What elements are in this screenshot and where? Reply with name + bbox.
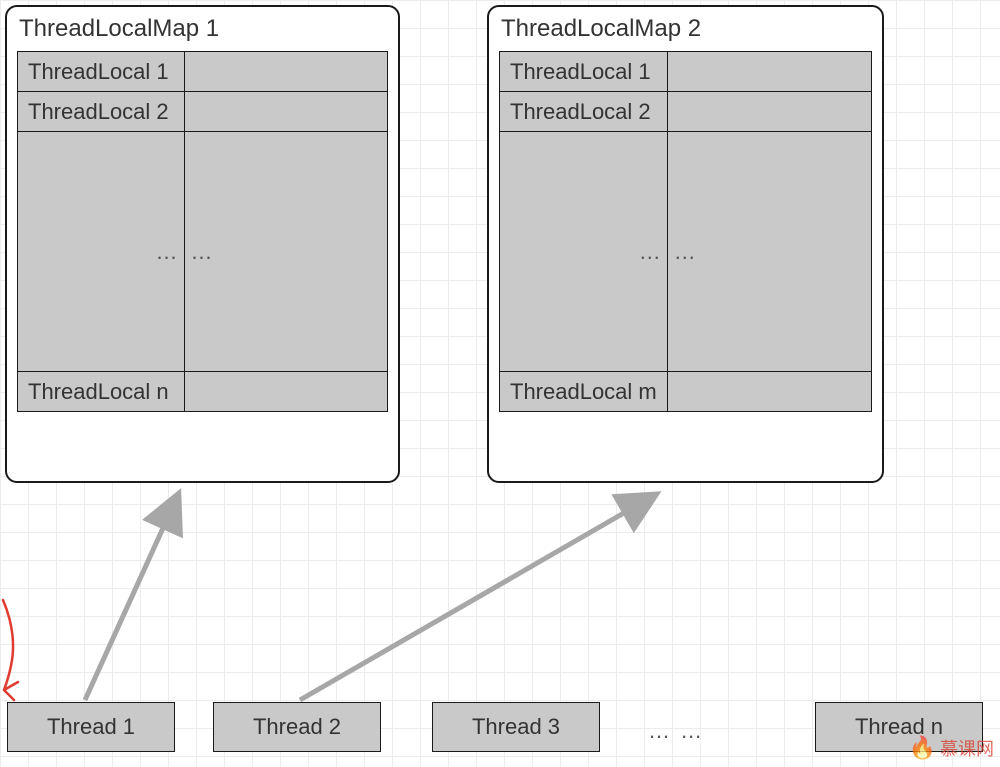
cell-ellipsis: … bbox=[184, 132, 388, 372]
cell-val bbox=[667, 52, 871, 92]
table-row: ThreadLocal n bbox=[18, 372, 388, 412]
cell-key: ThreadLocal 2 bbox=[18, 92, 185, 132]
map-title: ThreadLocalMap 2 bbox=[501, 15, 872, 43]
threadlocalmap-1: ThreadLocalMap 1 ThreadLocal 1 ThreadLoc… bbox=[5, 5, 400, 483]
cell-val bbox=[184, 372, 388, 412]
table-row: ThreadLocal m bbox=[500, 372, 872, 412]
cell-val bbox=[667, 372, 871, 412]
thread-ellipsis: … … bbox=[648, 718, 704, 744]
thread-box-1: Thread 1 bbox=[7, 702, 175, 752]
threadlocalmap-2: ThreadLocalMap 2 ThreadLocal 1 ThreadLoc… bbox=[487, 5, 884, 483]
map-table: ThreadLocal 1 ThreadLocal 2 … … ThreadLo… bbox=[499, 51, 872, 412]
annotation-scribble-icon bbox=[3, 600, 18, 700]
cell-ellipsis: … bbox=[18, 132, 185, 372]
cell-val bbox=[667, 92, 871, 132]
cell-val bbox=[184, 52, 388, 92]
diagram-stage: ThreadLocalMap 1 ThreadLocal 1 ThreadLoc… bbox=[0, 0, 1000, 767]
table-row: ThreadLocal 2 bbox=[500, 92, 872, 132]
thread-box-3: Thread 3 bbox=[432, 702, 600, 752]
thread-box-2: Thread 2 bbox=[213, 702, 381, 752]
table-row: … … bbox=[18, 132, 388, 372]
cell-key: ThreadLocal 1 bbox=[500, 52, 668, 92]
cell-val bbox=[184, 92, 388, 132]
table-row: ThreadLocal 1 bbox=[500, 52, 872, 92]
arrow-thread2-to-map2 bbox=[300, 495, 655, 700]
cell-ellipsis: … bbox=[500, 132, 668, 372]
table-row: ThreadLocal 2 bbox=[18, 92, 388, 132]
watermark: 🔥 慕课网 bbox=[909, 735, 994, 761]
table-row: … … bbox=[500, 132, 872, 372]
cell-key: ThreadLocal 2 bbox=[500, 92, 668, 132]
table-row: ThreadLocal 1 bbox=[18, 52, 388, 92]
flame-icon: 🔥 bbox=[909, 735, 936, 761]
cell-key: ThreadLocal m bbox=[500, 372, 668, 412]
map-table: ThreadLocal 1 ThreadLocal 2 … … ThreadLo… bbox=[17, 51, 388, 412]
map-title: ThreadLocalMap 1 bbox=[19, 15, 388, 43]
arrow-thread1-to-map1 bbox=[85, 495, 178, 700]
cell-ellipsis: … bbox=[667, 132, 871, 372]
cell-key: ThreadLocal 1 bbox=[18, 52, 185, 92]
cell-key: ThreadLocal n bbox=[18, 372, 185, 412]
watermark-text: 慕课网 bbox=[940, 735, 994, 761]
